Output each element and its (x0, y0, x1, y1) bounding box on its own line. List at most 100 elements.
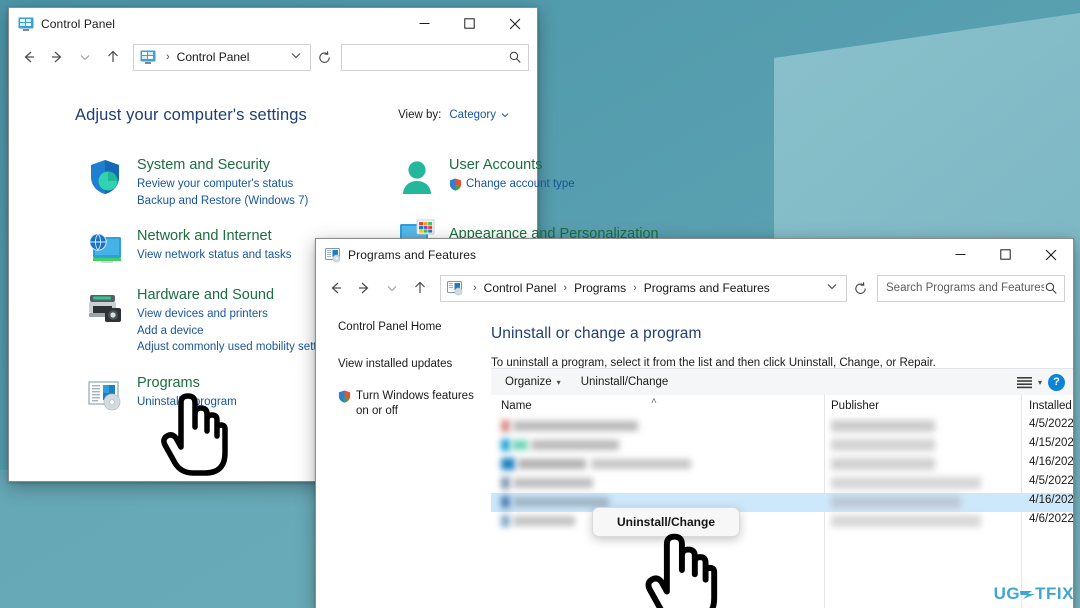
program-name-redacted (513, 478, 593, 488)
category-link[interactable]: Adjust commonly used mobility settings (137, 339, 338, 356)
program-icon (501, 496, 510, 508)
help-button[interactable]: ? (1048, 373, 1065, 391)
view-by-selected: Category (449, 109, 496, 121)
pf-search-box[interactable]: Search Programs and Features (877, 274, 1065, 302)
control-panel-title-group: Control Panel (9, 8, 115, 39)
pf-page-title: Uninstall or change a program (491, 325, 702, 342)
category-text: Network and Internet View network status… (137, 226, 291, 268)
back-arrow-icon[interactable] (322, 274, 350, 302)
page-title: Adjust your computer's settings (75, 106, 307, 124)
uninstall-change-label: Uninstall/Change (580, 376, 669, 388)
watermark-text-before: UG (993, 584, 1021, 603)
category-title[interactable]: Hardware and Sound (137, 286, 338, 304)
pf-toolbar[interactable]: Organize ▾ Uninstall/Change ▾ ? (491, 368, 1073, 396)
category-link-change-account-type[interactable]: Change account type (449, 176, 575, 193)
programs-and-features-titlebar[interactable]: Programs and Features (316, 239, 1073, 270)
category-user-accounts[interactable]: User Accounts Change account type (397, 155, 647, 197)
sidebar-item-control-panel-home[interactable]: Control Panel Home (338, 320, 481, 335)
installed-on-date: 4/6/2022 (1029, 513, 1074, 525)
breadcrumb-item-control-panel[interactable]: Control Panel (483, 281, 558, 295)
organize-button[interactable]: Organize ▾ (495, 376, 571, 388)
category-link[interactable]: View devices and printers (137, 306, 338, 323)
table-row[interactable]: 4/5/2022 (491, 417, 1074, 436)
address-chevron-down-icon[interactable] (286, 48, 306, 67)
address-control-panel-icon (140, 50, 156, 64)
minimize-button[interactable] (938, 239, 983, 270)
programs-list[interactable]: Name ˄ Publisher Installed 4/5/2022 4/15… (491, 395, 1074, 608)
table-row[interactable]: 4/5/2022 (491, 474, 1074, 493)
sidebar-item-view-installed-updates[interactable]: View installed updates (338, 357, 481, 372)
programs-and-features-title: Programs and Features (348, 247, 477, 262)
uac-shield-icon (338, 390, 351, 403)
breadcrumb-item-programs-and-features[interactable]: Programs and Features (643, 281, 771, 295)
ugetfix-watermark: UG TFIX (994, 584, 1074, 604)
breadcrumb-item-control-panel[interactable]: Control Panel (176, 50, 251, 64)
forward-arrow-icon[interactable] (350, 274, 378, 302)
programs-list-header[interactable]: Name ˄ Publisher Installed (491, 395, 1073, 417)
forward-arrow-icon[interactable] (43, 43, 71, 71)
column-header-name[interactable]: Name (501, 400, 532, 412)
organize-caret-icon: ▾ (556, 377, 561, 387)
category-system-and-security[interactable]: System and Security Review your computer… (85, 155, 335, 209)
up-arrow-icon[interactable] (99, 43, 127, 71)
column-header-installed-on[interactable]: Installed (1029, 400, 1072, 412)
control-panel-title: Control Panel (41, 16, 116, 31)
category-link[interactable]: View network status and tasks (137, 247, 291, 264)
category-network-and-internet[interactable]: Network and Internet View network status… (85, 226, 335, 268)
list-view-icon[interactable] (1011, 376, 1038, 389)
publisher-redacted (831, 439, 935, 451)
pf-search-input[interactable]: Search Programs and Features (886, 282, 1044, 294)
control-panel-titlebar[interactable]: Control Panel (9, 8, 537, 39)
address-chevron-down-icon[interactable] (822, 279, 842, 298)
table-row[interactable]: 4/15/202 (491, 436, 1074, 455)
view-by-control[interactable]: View by: Category (398, 109, 509, 121)
recent-locations-chevron-down-icon[interactable] (378, 274, 406, 302)
table-row[interactable]: 4/6/2022 (491, 512, 1074, 531)
control-panel-breadcrumb[interactable]: › Control Panel (160, 50, 286, 64)
installed-on-date: 4/16/202 (1029, 494, 1074, 506)
control-panel-search-box[interactable] (341, 43, 529, 71)
category-link[interactable]: Backup and Restore (Windows 7) (137, 193, 308, 210)
sidebar-item-turn-windows-features-on-or-off[interactable]: Turn Windows features on or off (338, 389, 481, 419)
uninstall-change-button[interactable]: Uninstall/Change (571, 376, 679, 388)
view-by-value[interactable]: Category (449, 109, 509, 121)
pf-sidebar: Control Panel Home View installed update… (316, 306, 491, 608)
category-link-label: Change account type (466, 178, 575, 190)
view-caret-icon[interactable]: ▾ (1038, 378, 1042, 387)
up-arrow-icon[interactable] (406, 274, 434, 302)
column-header-publisher[interactable]: Publisher (831, 400, 879, 412)
category-link[interactable]: Add a device (137, 323, 338, 340)
program-name-redacted (513, 516, 575, 526)
refresh-icon[interactable] (847, 281, 873, 296)
category-title[interactable]: Network and Internet (137, 227, 291, 245)
pf-address-bar[interactable]: › Control Panel › Programs › Programs an… (440, 274, 847, 302)
category-hardware-and-sound[interactable]: Hardware and Sound View devices and prin… (85, 285, 338, 356)
category-text: Hardware and Sound View devices and prin… (137, 285, 338, 356)
hand-cursor-uninstall (645, 533, 718, 608)
breadcrumb-separator: › (563, 282, 568, 294)
category-title[interactable]: System and Security (137, 156, 308, 174)
breadcrumb-item-programs[interactable]: Programs (573, 281, 627, 295)
maximize-button[interactable] (983, 239, 1028, 270)
close-button[interactable] (1028, 239, 1073, 270)
close-button[interactable] (492, 8, 537, 39)
category-link[interactable]: Review your computer's status (137, 176, 308, 193)
installed-on-date: 4/15/202 (1029, 437, 1074, 449)
table-row-selected[interactable]: 4/16/202 (491, 493, 1074, 512)
control-panel-address-bar[interactable]: › Control Panel (133, 43, 311, 71)
pf-breadcrumb[interactable]: › Control Panel › Programs › Programs an… (467, 281, 822, 295)
maximize-button[interactable] (447, 8, 492, 39)
control-panel-navigation-bar[interactable]: › Control Panel (9, 39, 537, 75)
category-title[interactable]: User Accounts (449, 156, 575, 174)
program-name-redacted (531, 440, 619, 450)
pf-title-group: Programs and Features (316, 239, 476, 270)
refresh-icon[interactable] (311, 50, 337, 65)
table-row[interactable]: 4/16/202 (491, 455, 1074, 474)
minimize-button[interactable] (402, 8, 447, 39)
control-panel-caption-buttons (402, 8, 537, 39)
pf-navigation-bar[interactable]: › Control Panel › Programs › Programs an… (316, 270, 1073, 306)
program-icon (501, 477, 510, 489)
program-icon (501, 439, 510, 451)
recent-locations-chevron-down-icon[interactable] (71, 43, 99, 71)
back-arrow-icon[interactable] (15, 43, 43, 71)
